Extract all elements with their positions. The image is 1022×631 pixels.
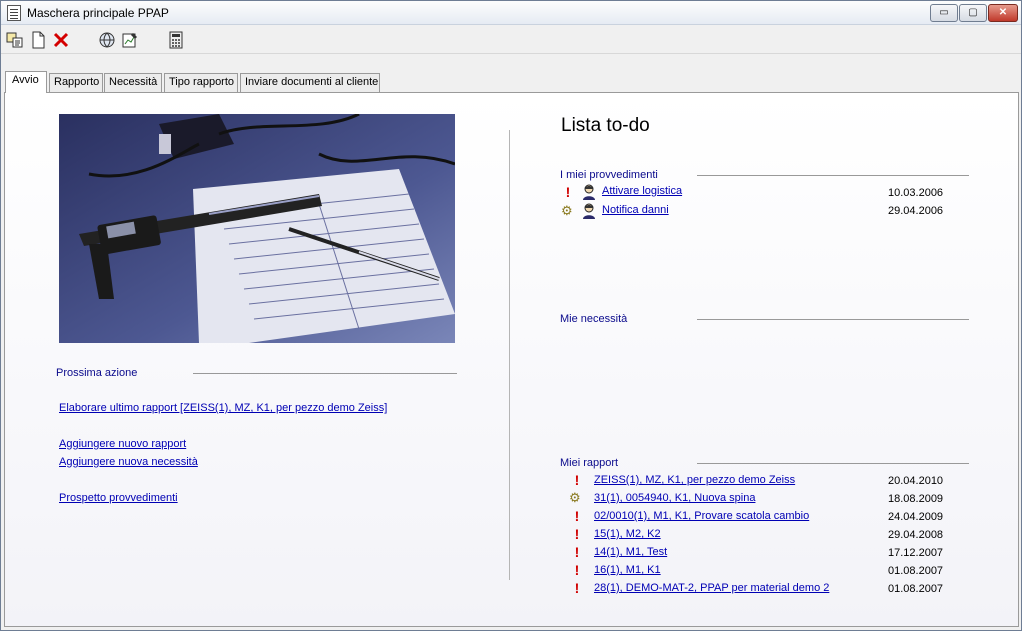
- column-divider: [509, 130, 510, 580]
- todo-title: Lista to-do: [561, 115, 650, 136]
- action-date: 10.03.2006: [888, 187, 944, 199]
- action-date: 29.04.2006: [888, 205, 944, 217]
- app-icon: [7, 5, 21, 21]
- urgent-icon: !: [574, 526, 580, 542]
- tab-tipo-rapporto[interactable]: Tipo rapporto: [164, 73, 238, 92]
- my-actions-divider: [697, 175, 969, 176]
- my-actions-label: I miei provvedimenti: [560, 169, 658, 181]
- add-need-link[interactable]: Aggiungere nuova necessità: [59, 456, 198, 468]
- action-link[interactable]: Notifica danni: [602, 204, 669, 216]
- toolbar: [1, 26, 1021, 54]
- report-link[interactable]: 16(1), M1, K1: [594, 564, 661, 576]
- tab-rapporto[interactable]: Rapporto: [49, 73, 103, 92]
- tab-necessita[interactable]: Necessità: [104, 73, 162, 92]
- calculator-icon[interactable]: [167, 31, 185, 49]
- my-reports-divider: [697, 463, 969, 464]
- title-bar: Maschera principale PPAP ▭ ▢ ✕: [1, 1, 1021, 25]
- gears-icon: ⚙: [569, 490, 581, 505]
- report-link[interactable]: 15(1), M2, K2: [594, 528, 661, 540]
- report-date: 17.12.2007: [888, 547, 944, 559]
- copy-icon[interactable]: [6, 31, 24, 49]
- my-reports-label: Miei rapport: [560, 457, 619, 469]
- report-date: 20.04.2010: [888, 475, 944, 487]
- report-link[interactable]: 31(1), 0054940, K1, Nuova spina: [594, 492, 755, 504]
- maximize-button[interactable]: ▢: [959, 4, 987, 22]
- my-needs-divider: [697, 319, 969, 320]
- urgent-icon: !: [574, 508, 580, 524]
- person-icon: [582, 184, 596, 200]
- urgent-icon: !: [574, 472, 580, 488]
- report-date: 01.08.2007: [888, 583, 944, 595]
- tab-inviare-documenti[interactable]: Inviare documenti al cliente: [240, 73, 380, 92]
- new-document-icon[interactable]: [29, 31, 47, 49]
- action-link[interactable]: Attivare logistica: [602, 185, 682, 197]
- urgent-icon: !: [574, 562, 580, 578]
- tab-avvio[interactable]: Avvio: [5, 71, 47, 93]
- add-report-link[interactable]: Aggiungere nuovo rapport: [59, 438, 186, 450]
- avvio-panel: Prossima azione Elaborare ultimo rapport…: [4, 92, 1019, 627]
- urgent-icon: !: [574, 544, 580, 560]
- gears-icon: ⚙: [561, 203, 573, 218]
- report-date: 29.04.2008: [888, 529, 944, 541]
- urgent-icon: !: [574, 580, 580, 596]
- edit-last-report-link[interactable]: Elaborare ultimo rapport [ZEISS(1), MZ, …: [59, 402, 387, 414]
- window-title: Maschera principale PPAP: [27, 6, 169, 20]
- report-link[interactable]: 14(1), M1, Test: [594, 546, 667, 558]
- delete-icon[interactable]: [52, 31, 70, 49]
- next-action-label: Prossima azione: [56, 367, 138, 379]
- main-window: Maschera principale PPAP ▭ ▢ ✕ Avvio Rap…: [0, 0, 1022, 631]
- globe-icon[interactable]: [98, 31, 116, 49]
- next-action-divider: [193, 373, 457, 374]
- report-edit-icon[interactable]: [121, 31, 139, 49]
- minimize-button[interactable]: ▭: [930, 4, 958, 22]
- my-needs-label: Mie necessità: [560, 313, 628, 325]
- urgent-icon: !: [565, 184, 571, 200]
- report-date: 01.08.2007: [888, 565, 944, 577]
- person-icon: [582, 203, 596, 219]
- close-button[interactable]: ✕: [988, 4, 1018, 22]
- caliper-photo: [59, 114, 455, 343]
- report-date: 18.08.2009: [888, 493, 944, 505]
- report-link[interactable]: 02/0010(1), M1, K1, Provare scatola camb…: [594, 510, 809, 522]
- overview-link[interactable]: Prospetto provvedimenti: [59, 492, 178, 504]
- report-date: 24.04.2009: [888, 511, 944, 523]
- report-link[interactable]: 28(1), DEMO-MAT-2, PPAP per material dem…: [594, 582, 829, 594]
- report-link[interactable]: ZEISS(1), MZ, K1, per pezzo demo Zeiss: [594, 474, 795, 486]
